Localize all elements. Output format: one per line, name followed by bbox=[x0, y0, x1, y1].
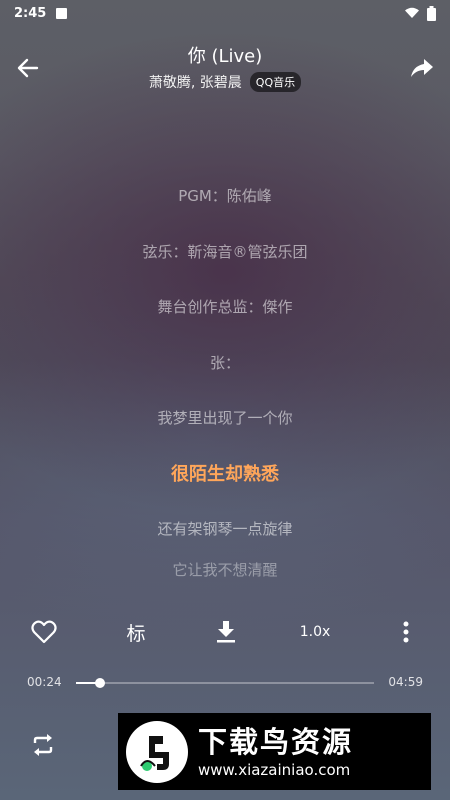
status-icons bbox=[405, 5, 436, 21]
lyric-line[interactable]: PGM：陈佑峰 bbox=[0, 168, 450, 224]
status-time: 2:45 bbox=[14, 5, 47, 21]
bird-logo-icon bbox=[140, 735, 169, 771]
lyric-line[interactable]: 它让我不想清醒 bbox=[0, 557, 450, 585]
watermark-title: 下载鸟资源 bbox=[198, 724, 354, 759]
share-button[interactable] bbox=[408, 54, 436, 82]
repeat-button[interactable] bbox=[28, 730, 58, 760]
watermark-banner: 下载鸟资源 www.xiazainiao.com bbox=[118, 713, 431, 790]
more-vertical-icon bbox=[403, 621, 409, 643]
source-badge: QQ音乐 bbox=[249, 72, 302, 92]
current-time: 00:24 bbox=[27, 675, 62, 689]
watermark-logo bbox=[126, 720, 188, 783]
like-button[interactable] bbox=[26, 610, 62, 654]
total-time: 04:59 bbox=[388, 675, 423, 689]
player-header: 你 (Live) 萧敬腾, 张碧晨 QQ音乐 bbox=[0, 36, 450, 106]
repeat-icon bbox=[33, 734, 53, 756]
artist-row: 萧敬腾, 张碧晨 QQ音乐 bbox=[0, 72, 450, 92]
download-button[interactable] bbox=[208, 610, 244, 654]
speed-button[interactable]: 1.0x bbox=[292, 610, 338, 654]
player-controls: 标 1.0x bbox=[0, 610, 450, 654]
progress-slider[interactable] bbox=[76, 678, 374, 688]
progress-row: 00:24 04:59 bbox=[0, 670, 450, 696]
lyric-line[interactable]: 我梦里出现了一个你 bbox=[0, 390, 450, 446]
mark-button[interactable]: 标 bbox=[118, 610, 154, 654]
battery-icon bbox=[427, 5, 436, 21]
wifi-icon bbox=[405, 7, 419, 18]
song-title: 你 (Live) bbox=[187, 46, 263, 67]
notification-icon bbox=[56, 7, 68, 19]
artist-names[interactable]: 萧敬腾, 张碧晨 bbox=[149, 72, 242, 92]
download-icon bbox=[217, 621, 235, 643]
lyric-line[interactable]: 舞台创作总监：傑作 bbox=[0, 279, 450, 335]
share-icon bbox=[411, 59, 433, 77]
heart-icon bbox=[31, 620, 57, 644]
lyric-line[interactable]: 还有架钢琴一点旋律 bbox=[0, 501, 450, 557]
lyric-line[interactable]: 弦乐：靳海音®管弦乐团 bbox=[0, 224, 450, 280]
watermark-text: 下载鸟资源 www.xiazainiao.com bbox=[198, 724, 353, 780]
progress-thumb[interactable] bbox=[94, 678, 105, 688]
lyrics-list[interactable]: PGM：陈佑峰 弦乐：靳海音®管弦乐团 舞台创作总监：傑作 张： 我梦里出现了一… bbox=[0, 168, 450, 585]
lyric-line[interactable]: 张： bbox=[0, 335, 450, 391]
lyric-line-active[interactable]: 很陌生却熟悉 bbox=[0, 446, 450, 502]
status-bar: 2:45 bbox=[0, 0, 450, 26]
more-button[interactable] bbox=[392, 610, 420, 654]
watermark-url: www.xiazainiao.com bbox=[198, 760, 351, 779]
